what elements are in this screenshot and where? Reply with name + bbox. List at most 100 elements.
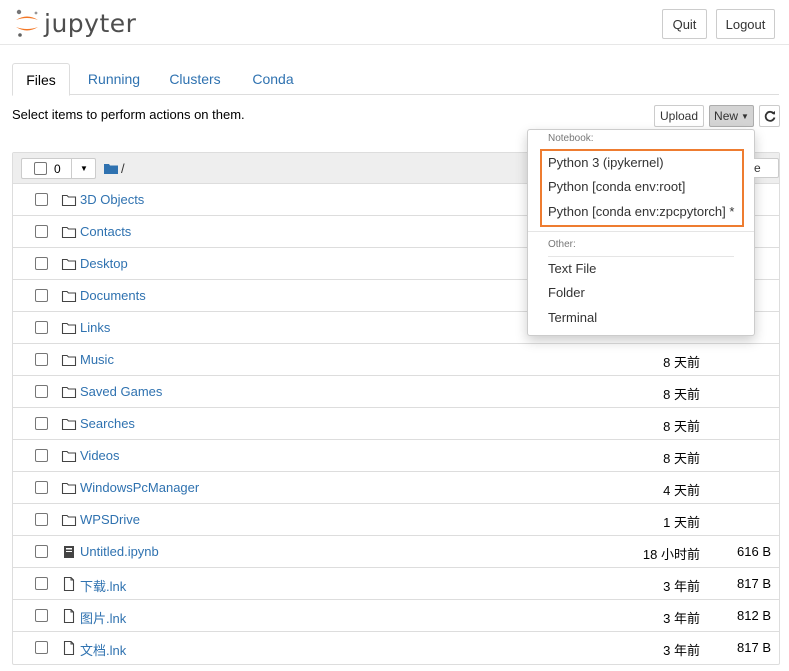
file-name-link[interactable]: 下载.lnk <box>80 576 126 595</box>
kernel-conda-zpcpytorch[interactable]: Python [conda env:zpcpytorch] * <box>548 204 734 219</box>
file-modified: 1 天前 <box>663 515 700 530</box>
file-name-link[interactable]: Videos <box>80 448 120 463</box>
file-icon <box>61 640 77 656</box>
file-row[interactable]: Music 8 天前 <box>13 344 779 376</box>
refresh-button[interactable] <box>759 105 780 127</box>
select-dropdown-caret-icon[interactable]: ▼ <box>71 159 96 178</box>
partially-hidden-button[interactable]: e <box>754 158 779 178</box>
file-modified: 8 天前 <box>663 419 700 434</box>
file-name-link[interactable]: WPSDrive <box>80 512 140 527</box>
file-name-link[interactable]: Contacts <box>80 224 131 239</box>
file-size: 817 B <box>737 640 771 655</box>
folder-icon <box>61 192 77 208</box>
row-checkbox[interactable] <box>35 353 48 366</box>
file-modified: 8 天前 <box>663 355 700 370</box>
file-row[interactable]: Saved Games 8 天前 <box>13 376 779 408</box>
jupyter-logo-icon <box>16 9 38 37</box>
row-checkbox[interactable] <box>35 513 48 526</box>
file-name-link[interactable]: Searches <box>80 416 135 431</box>
folder-icon <box>61 384 77 400</box>
file-size: 616 B <box>737 544 771 559</box>
row-checkbox[interactable] <box>35 193 48 206</box>
new-folder[interactable]: Folder <box>548 285 585 300</box>
folder-icon <box>61 416 77 432</box>
folder-icon <box>61 480 77 496</box>
file-name-link[interactable]: 3D Objects <box>80 192 144 207</box>
new-dropdown-menu: Notebook: Python 3 (ipykernel) Python [c… <box>527 129 755 336</box>
file-modified: 3 年前 <box>663 643 700 658</box>
jupyter-logo[interactable]: jupyter <box>14 6 136 40</box>
row-checkbox[interactable] <box>35 321 48 334</box>
notebook-heading: Notebook: <box>548 133 594 144</box>
upload-button[interactable]: Upload <box>654 105 704 127</box>
file-name-link[interactable]: Untitled.ipynb <box>80 544 159 559</box>
row-checkbox[interactable] <box>35 577 48 590</box>
kernel-python3-ipykernel[interactable]: Python 3 (ipykernel) <box>548 155 664 170</box>
logo-text: jupyter <box>44 8 137 38</box>
folder-icon <box>61 448 77 464</box>
file-icon <box>61 608 77 624</box>
folder-icon <box>61 320 77 336</box>
file-row[interactable]: 下载.lnk 3 年前 817 B <box>13 568 779 600</box>
file-name-link[interactable]: Links <box>80 320 110 335</box>
menu-divider <box>528 231 754 232</box>
row-checkbox[interactable] <box>35 417 48 430</box>
row-checkbox[interactable] <box>35 609 48 622</box>
header: jupyter Quit Logout <box>0 0 789 45</box>
file-row[interactable]: 图片.lnk 3 年前 812 B <box>13 600 779 632</box>
tab-running[interactable]: Running <box>78 63 150 95</box>
new-text-file[interactable]: Text File <box>548 261 596 276</box>
row-checkbox[interactable] <box>35 385 48 398</box>
file-row[interactable]: Untitled.ipynb 18 小时前 616 B <box>13 536 779 568</box>
file-name-link[interactable]: Desktop <box>80 256 128 271</box>
breadcrumb-root[interactable]: / <box>121 161 125 176</box>
file-name-link[interactable]: Documents <box>80 288 146 303</box>
file-modified: 3 年前 <box>663 611 700 626</box>
tab-clusters[interactable]: Clusters <box>160 63 230 95</box>
selected-count: 0 <box>54 161 61 176</box>
file-name-link[interactable]: Music <box>80 352 114 367</box>
quit-button[interactable]: Quit <box>662 9 707 39</box>
new-button[interactable]: New ▼ <box>709 105 754 127</box>
other-heading: Other: <box>548 239 576 250</box>
folder-icon <box>61 224 77 240</box>
file-row[interactable]: WindowsPcManager 4 天前 <box>13 472 779 504</box>
file-name-link[interactable]: WindowsPcManager <box>80 480 199 495</box>
folder-icon <box>61 256 77 272</box>
file-name-link[interactable]: 文档.lnk <box>80 640 126 659</box>
row-checkbox[interactable] <box>35 641 48 654</box>
select-all-control[interactable]: 0 ▼ <box>21 158 96 179</box>
select-instructions: Select items to perform actions on them. <box>12 107 245 122</box>
kernel-conda-root[interactable]: Python [conda env:root] <box>548 179 685 194</box>
file-modified: 3 年前 <box>663 579 700 594</box>
notebook-icon <box>61 544 77 560</box>
file-name-link[interactable]: Saved Games <box>80 384 162 399</box>
file-row[interactable]: WPSDrive 1 天前 <box>13 504 779 536</box>
logout-button[interactable]: Logout <box>716 9 775 39</box>
folder-icon[interactable] <box>104 163 118 174</box>
tab-conda[interactable]: Conda <box>242 63 304 95</box>
file-icon <box>61 576 77 592</box>
other-divider <box>548 256 734 257</box>
folder-icon <box>61 352 77 368</box>
file-row[interactable]: Searches 8 天前 <box>13 408 779 440</box>
row-checkbox[interactable] <box>35 545 48 558</box>
row-checkbox[interactable] <box>35 481 48 494</box>
folder-icon <box>61 288 77 304</box>
select-all-checkbox[interactable] <box>34 162 47 175</box>
tab-files[interactable]: Files <box>12 63 70 96</box>
folder-icon <box>61 512 77 528</box>
row-checkbox[interactable] <box>35 449 48 462</box>
file-name-link[interactable]: 图片.lnk <box>80 608 126 627</box>
row-checkbox[interactable] <box>35 225 48 238</box>
file-row[interactable]: Videos 8 天前 <box>13 440 779 472</box>
new-terminal[interactable]: Terminal <box>548 310 597 325</box>
row-checkbox[interactable] <box>35 257 48 270</box>
file-modified: 18 小时前 <box>642 547 700 562</box>
row-checkbox[interactable] <box>35 289 48 302</box>
caret-down-icon: ▼ <box>741 111 749 121</box>
file-row[interactable]: 文档.lnk 3 年前 817 B <box>13 632 779 664</box>
refresh-icon <box>764 110 775 122</box>
file-modified: 8 天前 <box>663 451 700 466</box>
tab-bar: Files Running Clusters Conda <box>12 63 779 96</box>
